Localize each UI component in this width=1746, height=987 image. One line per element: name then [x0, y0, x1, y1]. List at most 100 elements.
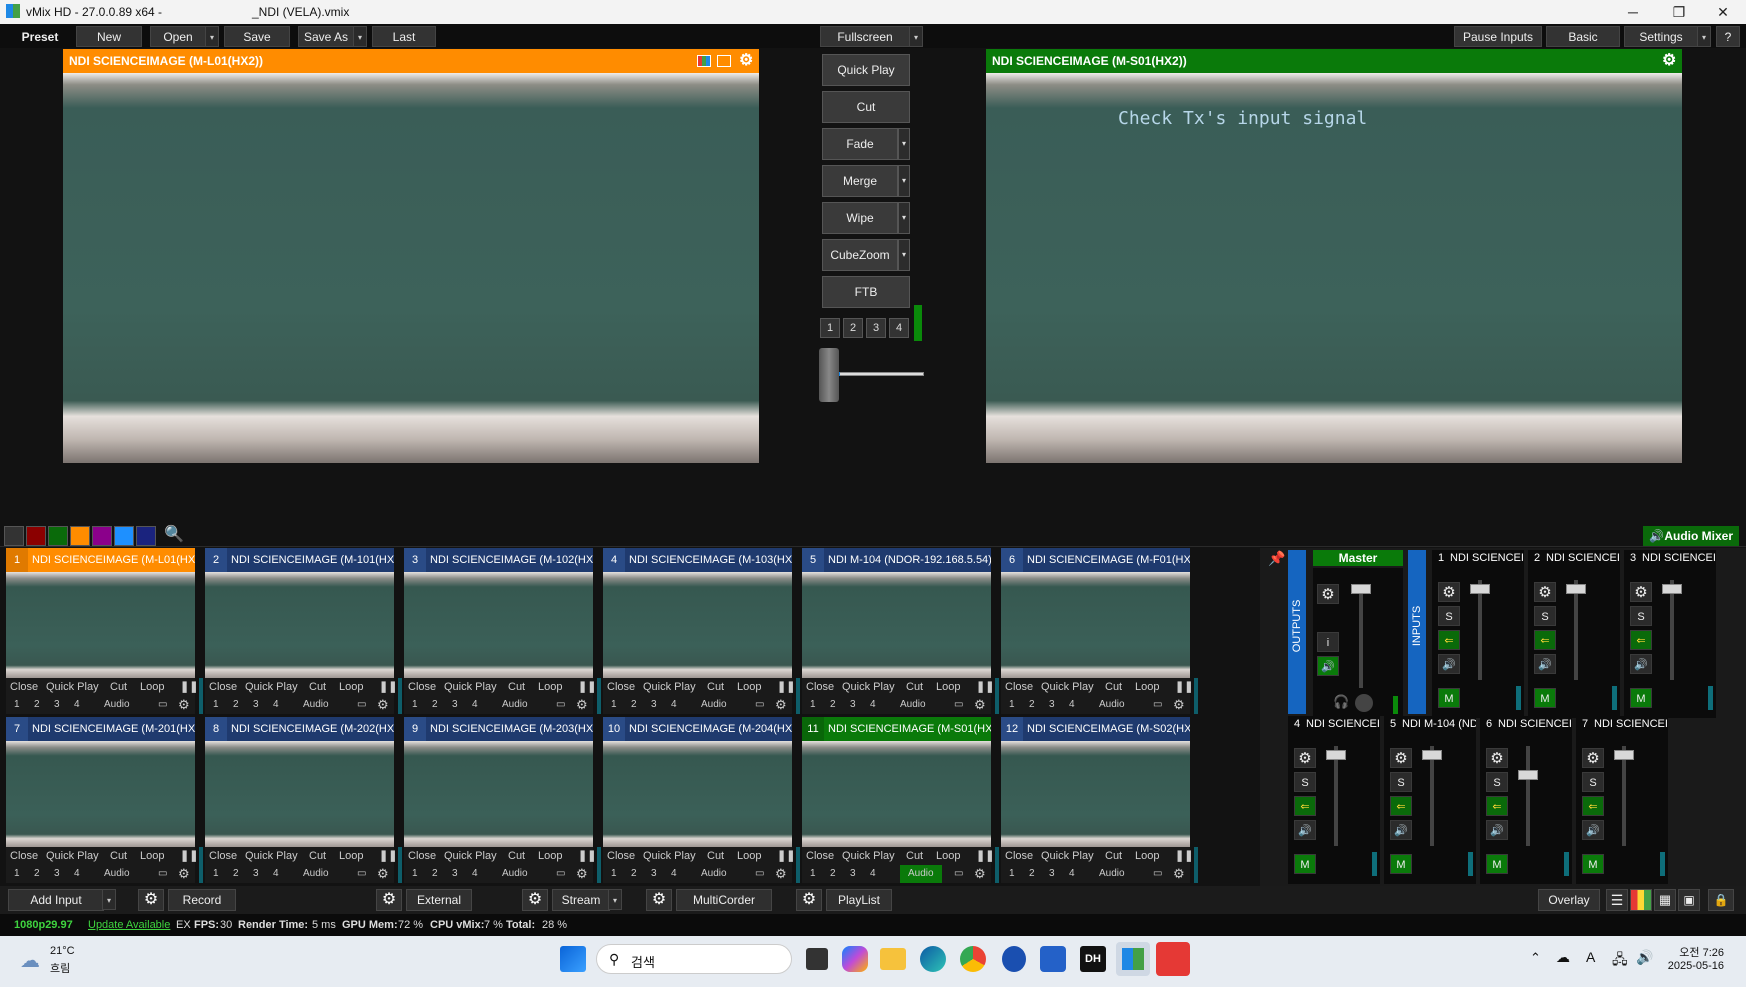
- fader-track[interactable]: [1430, 746, 1434, 846]
- overlay-3-button[interactable]: 3: [253, 696, 259, 714]
- chrome-icon[interactable]: [960, 946, 986, 972]
- solo-button[interactable]: S: [1294, 772, 1316, 792]
- fade-button[interactable]: Fade: [822, 128, 898, 160]
- monitor-icon[interactable]: ▭: [1153, 696, 1162, 714]
- input-tile[interactable]: 6 NDI SCIENCEIMAGE (M-F01(HX2)) Close Quick…: [1001, 548, 1198, 716]
- t-bar-handle[interactable]: [819, 348, 839, 402]
- overlay-3-button[interactable]: 3: [850, 865, 856, 883]
- gear-icon[interactable]: ⚙: [576, 865, 588, 883]
- overlay-1-button[interactable]: 1: [611, 696, 617, 714]
- arrow-left-icon[interactable]: ⇐: [1390, 796, 1412, 816]
- color-bars-icon[interactable]: [697, 55, 711, 67]
- audio-button[interactable]: Audio: [1099, 865, 1125, 883]
- app-icon[interactable]: [1002, 946, 1026, 972]
- pause-icon[interactable]: ❚❚: [976, 847, 994, 865]
- open-dropdown[interactable]: ▾: [205, 26, 219, 47]
- input-thumbnail[interactable]: [603, 741, 792, 847]
- add-input-dropdown[interactable]: ▾: [102, 889, 116, 910]
- ftb-button[interactable]: FTB: [822, 276, 910, 308]
- overlay-2-button[interactable]: 2: [432, 865, 438, 883]
- monitor-icon[interactable]: ▭: [556, 696, 565, 714]
- gear-icon[interactable]: ⚙: [775, 865, 787, 883]
- master-fader-track[interactable]: [1359, 588, 1363, 688]
- transition-3-button[interactable]: 3: [866, 318, 886, 338]
- input-thumbnail[interactable]: [802, 741, 991, 847]
- fader-knob[interactable]: [1470, 584, 1490, 594]
- fader-track[interactable]: [1574, 580, 1578, 680]
- arrow-left-icon[interactable]: ⇐: [1294, 796, 1316, 816]
- fade-dropdown[interactable]: ▾: [898, 128, 910, 160]
- overlay-4-button[interactable]: 4: [1069, 865, 1075, 883]
- monitor-icon[interactable]: ▭: [954, 865, 963, 883]
- loop-button[interactable]: Loop: [140, 847, 164, 865]
- pin-icon[interactable]: 📌: [1268, 550, 1285, 567]
- loop-button[interactable]: Loop: [936, 678, 960, 696]
- overlay-1-button[interactable]: 1: [412, 696, 418, 714]
- quick-play-button[interactable]: Quick Play: [46, 678, 99, 696]
- cut-button[interactable]: Cut: [309, 847, 326, 865]
- remote-app-icon[interactable]: [1156, 942, 1190, 976]
- cut-button[interactable]: Cut: [110, 678, 127, 696]
- last-button[interactable]: Last: [372, 26, 436, 47]
- audio-mixer-button[interactable]: 🔊 Audio Mixer: [1643, 526, 1739, 546]
- input-title-bar[interactable]: 11 NDI SCIENCEIMAGE (M-S01(HX2)): [802, 717, 991, 741]
- dh-app-icon[interactable]: DH: [1080, 946, 1106, 972]
- mute-button[interactable]: M: [1630, 688, 1652, 708]
- speaker-icon[interactable]: 🔊: [1438, 654, 1460, 674]
- solo-button[interactable]: S: [1486, 772, 1508, 792]
- gear-icon[interactable]: ⚙: [1630, 582, 1652, 602]
- gear-icon[interactable]: ⚙: [576, 696, 588, 714]
- gear-icon[interactable]: ⚙: [1486, 748, 1508, 768]
- solo-button[interactable]: S: [1582, 772, 1604, 792]
- monitor-icon[interactable]: ▭: [158, 696, 167, 714]
- overlay-1-button[interactable]: 1: [213, 696, 219, 714]
- preset-button[interactable]: Preset: [8, 26, 72, 47]
- solo-button[interactable]: S: [1390, 772, 1412, 792]
- pause-icon[interactable]: ❚❚: [379, 847, 397, 865]
- close-button[interactable]: Close: [1005, 678, 1033, 696]
- multicorder-gear-icon[interactable]: ⚙: [646, 889, 672, 911]
- input-tile[interactable]: 4 NDI SCIENCEIMAGE (M-103(HX2)) Close Quick…: [603, 548, 800, 716]
- monitor-icon[interactable]: ▭: [755, 696, 764, 714]
- stream-button[interactable]: Stream: [552, 889, 610, 911]
- monitor-icon[interactable]: ▭: [556, 865, 565, 883]
- fullscreen-dropdown[interactable]: ▾: [909, 26, 923, 47]
- mute-button[interactable]: M: [1294, 854, 1316, 874]
- fullscreen-button[interactable]: Fullscreen: [820, 26, 910, 47]
- overlay-4-button[interactable]: 4: [870, 696, 876, 714]
- overlay-4-button[interactable]: 4: [74, 865, 80, 883]
- transition-4-button[interactable]: 4: [889, 318, 909, 338]
- overlay-3-button[interactable]: 3: [253, 865, 259, 883]
- multicorder-button[interactable]: MultiCorder: [676, 889, 772, 911]
- pause-inputs-button[interactable]: Pause Inputs: [1454, 26, 1542, 47]
- arrow-left-icon[interactable]: ⇐: [1630, 630, 1652, 650]
- overlay-3-button[interactable]: 3: [651, 865, 657, 883]
- close-button[interactable]: Close: [607, 678, 635, 696]
- close-button[interactable]: Close: [408, 678, 436, 696]
- gear-icon[interactable]: ⚙: [1438, 582, 1460, 602]
- quick-play-button[interactable]: Quick Play: [643, 847, 696, 865]
- input-title-bar[interactable]: 1 NDI SCIENCEIMAGE (M-L01(HX2)): [6, 548, 195, 572]
- overlay-2-button[interactable]: 2: [1029, 696, 1035, 714]
- cut-button[interactable]: Cut: [508, 847, 525, 865]
- loop-button[interactable]: Loop: [1135, 847, 1159, 865]
- overlay-3-button[interactable]: 3: [651, 696, 657, 714]
- solo-button[interactable]: S: [1438, 606, 1460, 626]
- input-tile[interactable]: 2 NDI SCIENCEIMAGE (M-101(HX2)) Close Quick…: [205, 548, 402, 716]
- color-filter-2[interactable]: [26, 526, 46, 546]
- new-button[interactable]: New: [76, 26, 142, 47]
- cut-button[interactable]: Cut: [110, 847, 127, 865]
- input-thumbnail[interactable]: [6, 572, 195, 678]
- pause-icon[interactable]: ❚❚: [180, 847, 198, 865]
- input-title-bar[interactable]: 12 NDI SCIENCEIMAGE (M-S02(HX2)): [1001, 717, 1190, 741]
- master-fader-knob[interactable]: [1351, 584, 1371, 594]
- monitor-icon[interactable]: ▣: [1678, 889, 1700, 911]
- input-tile[interactable]: 10 NDI SCIENCEIMAGE (M-204(HX2)) Close Quic…: [603, 717, 800, 885]
- color-filter-5[interactable]: [92, 526, 112, 546]
- speaker-icon[interactable]: 🔊: [1486, 820, 1508, 840]
- mute-button[interactable]: M: [1534, 688, 1556, 708]
- arrow-left-icon[interactable]: ⇐: [1486, 796, 1508, 816]
- input-title-bar[interactable]: 9 NDI SCIENCEIMAGE (M-203(HX2)): [404, 717, 593, 741]
- fader-track[interactable]: [1622, 746, 1626, 846]
- stream-gear-icon[interactable]: ⚙: [522, 889, 548, 911]
